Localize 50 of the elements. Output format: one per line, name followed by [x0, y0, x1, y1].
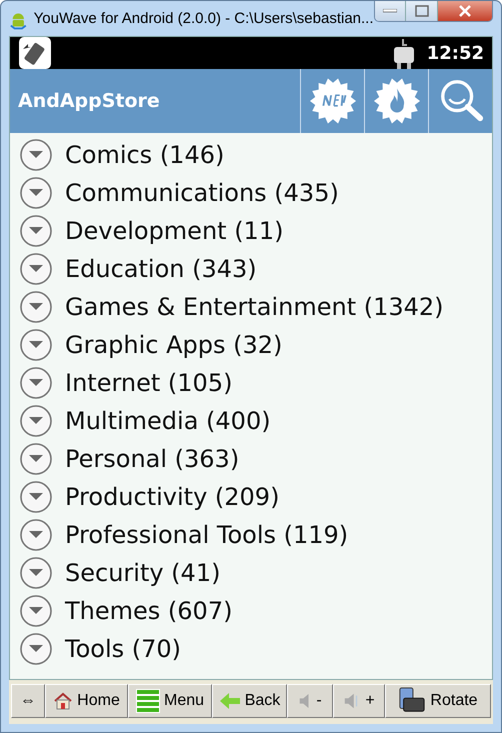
category-item[interactable]: Development (11)	[65, 217, 284, 245]
clock: 12:52	[426, 42, 484, 64]
expand-icon[interactable]	[19, 214, 53, 248]
arrow-left-icon	[218, 692, 241, 710]
expand-icon[interactable]	[19, 366, 53, 400]
maximize-icon	[414, 5, 429, 17]
minimize-button[interactable]	[374, 1, 406, 21]
app-title: AndAppStore	[18, 90, 161, 112]
category-item[interactable]: Games & Entertainment (1342)	[65, 293, 444, 321]
house-icon	[53, 691, 74, 711]
window-title: YouWave for Android (2.0.0) - C:\Users\sebastian...	[34, 10, 374, 27]
voldown-button[interactable]: -	[287, 684, 333, 718]
home-button[interactable]: Home	[45, 684, 128, 718]
resize-button[interactable]: ⇔	[11, 684, 45, 718]
menu-icon	[136, 689, 160, 713]
close-button[interactable]	[438, 1, 492, 21]
new-badge-icon	[308, 77, 356, 125]
category-item[interactable]: Communications (435)	[65, 179, 339, 207]
expand-icon[interactable]	[19, 518, 53, 552]
expand-icon[interactable]	[19, 594, 53, 628]
menu-button[interactable]: Menu	[128, 684, 212, 718]
category-item[interactable]: Internet (105)	[65, 369, 232, 397]
category-item[interactable]: Professional Tools (119)	[65, 521, 348, 549]
category-item[interactable]: Graphic Apps (32)	[65, 331, 282, 359]
category-item[interactable]: Personal (363)	[65, 445, 240, 473]
expand-icon[interactable]	[19, 138, 53, 172]
expand-icon[interactable]	[19, 404, 53, 438]
minimize-icon	[382, 9, 397, 13]
close-icon	[458, 5, 472, 17]
expand-icon[interactable]	[19, 176, 53, 210]
category-item[interactable]: Themes (607)	[65, 597, 232, 625]
category-item[interactable]: Tools (70)	[65, 635, 182, 663]
expand-icon[interactable]	[19, 556, 53, 590]
category-item[interactable]: Comics (146)	[65, 141, 224, 169]
flame-badge-icon	[372, 77, 420, 125]
phone-icon	[19, 37, 51, 69]
expand-icon[interactable]	[19, 632, 53, 666]
rotate-button[interactable]: Rotate	[385, 684, 491, 718]
volup-button[interactable]: +	[333, 684, 385, 718]
expand-icon[interactable]	[19, 442, 53, 476]
category-item[interactable]: Multimedia (400)	[65, 407, 271, 435]
category-item[interactable]: Productivity (209)	[65, 483, 280, 511]
expand-icon[interactable]	[19, 290, 53, 324]
expand-icon[interactable]	[19, 252, 53, 286]
category-item[interactable]: Education (343)	[65, 255, 257, 283]
maximize-button[interactable]	[406, 1, 438, 21]
category-item[interactable]: Security (41)	[65, 559, 220, 587]
expand-icon[interactable]	[19, 328, 53, 362]
back-button[interactable]: Back	[212, 684, 287, 718]
expand-icon[interactable]	[19, 480, 53, 514]
